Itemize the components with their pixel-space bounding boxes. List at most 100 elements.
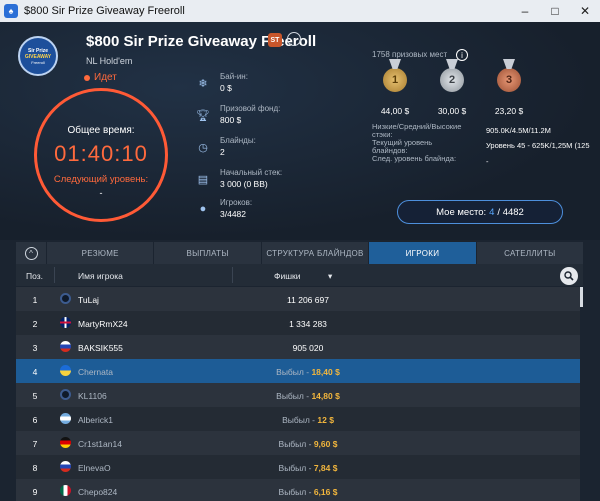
prize-amount-3: 23,20 $ [494,106,524,116]
medal-rank: 3 [505,74,513,86]
table-row[interactable]: 8 ElnevaO Выбыл - 7,84 $ [16,455,581,479]
row-position: 2 [32,319,38,329]
flag-de-icon [60,437,71,448]
total-time-clock: Общее время: 01:40:10 Следующий уровень:… [34,88,168,222]
flag-icon [60,293,71,304]
row-prize: 9,60 $ [313,439,338,449]
next-blind-value: - [486,157,489,166]
my-place-label: Мое место: [436,206,487,218]
starting-stack-info: ▤ Начальный стек: 3 000 (0 BB) [196,168,282,190]
blinds-info: ◷ Блайнды: 2 [196,136,256,158]
prize-pool-info: 🏆︎ Призовой фонд: 800 $ [196,104,280,126]
sort-desc-icon[interactable]: ▾ [328,271,332,282]
table-row[interactable]: 7 Cr1st1an14 Выбыл - 9,60 $ [16,431,581,455]
row-chips: Выбыл - 9,60 $ [238,439,378,449]
row-out-label: Выбыл - [276,367,310,377]
my-place-button[interactable]: Мое место: 4 / 4482 [397,200,563,224]
row-out-label: Выбыл - [278,463,312,473]
row-chips: 11 206 697 [287,295,329,305]
row-chips: Выбыл - 12 $ [238,415,378,425]
next-blind-label: След. уровень блайнда: [372,154,457,163]
players-info: ● Игроков: 3/4482 [196,198,252,220]
row-prize: 7,84 $ [313,463,338,473]
tab-satellites[interactable]: САТЕЛЛИТЫ [475,242,583,264]
tab-summary[interactable]: РЕЗЮМЕ [46,242,153,264]
info-label: Призовой фонд: [220,104,281,113]
my-place-total: / 4482 [497,206,524,218]
scrollbar-thumb[interactable] [580,287,583,307]
silver-medal-icon: 2 [440,59,464,92]
medal-rank: 1 [391,74,399,86]
tab-players[interactable]: ИГРОКИ [368,242,476,264]
column-position[interactable]: Поз. [26,271,43,281]
info-value: 0 $ [220,83,232,93]
tab-blind-structure[interactable]: СТРУКТУРА БЛАЙНДОВ [260,242,368,264]
table-row[interactable]: 6 Alberick1 Выбыл - 12 $ [16,407,581,431]
players-scrollbar[interactable] [580,287,583,501]
flag-ua-icon [60,365,71,376]
minimize-button[interactable]: – [510,0,540,22]
maximize-button[interactable]: □ [540,0,570,22]
row-prize: 18,40 $ [311,367,340,377]
row-position: 7 [32,439,38,449]
flag-ru-icon [60,341,71,352]
players-table-header: Поз. Имя игрока Фишки ▾ [16,264,583,286]
row-position: 6 [32,415,38,425]
flag-uk-icon [60,317,71,328]
more-options-button[interactable]: ··· [287,32,301,46]
stacks-value: 905.0K/4.5M/11.2M [486,126,551,135]
clock-icon: ◷ [198,141,208,154]
blind-level-label: Текущий уровень блайндов: [372,138,433,155]
row-position: 5 [32,391,38,401]
flag-icon [60,389,71,400]
table-row[interactable]: 2 MartyRmX24 1 334 283 [16,311,581,335]
tournament-logo: Sir Prize GIVEAWAY Freeroll [18,36,58,76]
row-player-name: Alberick1 [78,415,113,425]
row-prize: 14,80 $ [311,391,340,401]
column-player-name[interactable]: Имя игрока [78,271,123,281]
table-row[interactable]: 9 Chepo824 Выбыл - 6,16 $ [16,479,581,501]
snowflake-icon: ❄ [198,77,208,90]
table-row[interactable]: 1 TuLaj 11 206 697 [16,287,581,311]
row-player-name: ElnevaO [78,463,111,473]
column-separator [232,267,233,283]
st-badge: ST [268,33,282,47]
chevron-up-icon: ^ [24,246,38,260]
flag-mx-icon [60,485,71,496]
info-value: 2 [220,147,225,157]
column-chips[interactable]: Фишки [274,271,301,281]
user-icon: ● [199,203,207,215]
collapse-toggle-button[interactable]: ^ [16,242,46,264]
logo-line3: Freeroll [31,59,45,65]
row-player-name: Chepo824 [78,487,118,497]
row-chips: 1 334 283 [289,319,327,329]
window-titlebar: ♠ $800 Sir Prize Giveaway Freeroll – □ ✕ [0,0,600,22]
status-dot-icon [84,74,90,81]
search-button[interactable] [560,267,578,285]
table-row[interactable]: 5 KL1106 Выбыл - 14,80 $ [16,383,581,407]
prize-amount-2: 30,00 $ [437,106,467,116]
table-row[interactable]: 3 BAKSIK555 905 020 [16,335,581,359]
row-chips: Выбыл - 6,16 $ [238,487,378,497]
row-chips: Выбыл - 18,40 $ [238,367,378,377]
buyin-info: ❄ Бай-ин: 0 $ [196,72,248,94]
row-position: 8 [32,463,38,473]
tab-payouts[interactable]: ВЫПЛАТЫ [153,242,260,264]
row-prize: 6,16 $ [313,487,338,497]
info-value: 3/4482 [220,209,246,219]
info-label: Бай-ин: [220,72,248,81]
close-button[interactable]: ✕ [570,0,600,22]
row-chips: Выбыл - 7,84 $ [238,463,378,473]
info-label: Начальный стек: [220,168,283,177]
prize-amount-1: 44,00 $ [380,106,410,116]
row-player-name: MartyRmX24 [78,319,128,329]
row-position: 4 [32,367,38,377]
row-player-name: Chernata [78,367,113,377]
row-prize: 12 $ [317,415,334,425]
table-row-current-user[interactable]: 4 Chernata Выбыл - 18,40 $ [16,359,581,383]
row-player-name: TuLaj [78,295,99,305]
row-out-label: Выбыл - [278,439,312,449]
status-text: Идет [94,72,117,83]
clock-time: 01:40:10 [54,141,148,166]
row-position: 3 [32,343,38,353]
